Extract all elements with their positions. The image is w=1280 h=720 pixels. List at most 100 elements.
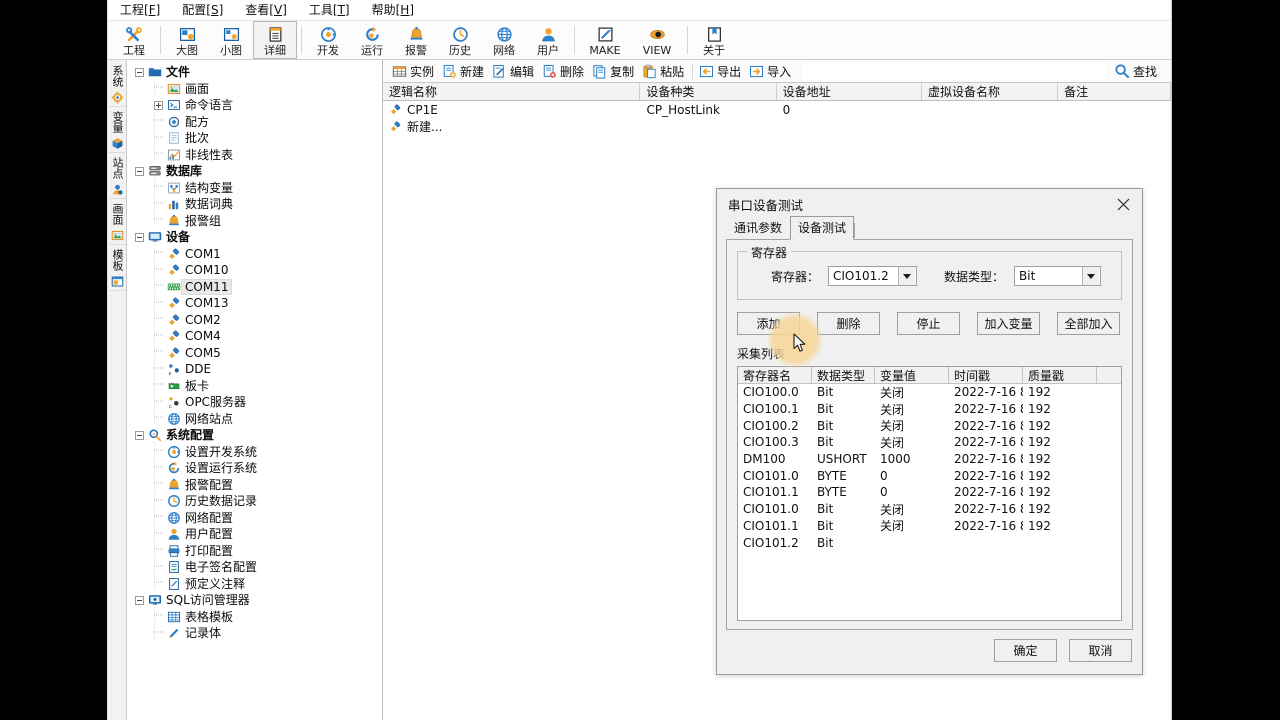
- collapse-icon[interactable]: [135, 67, 144, 77]
- collection-list[interactable]: 寄存器名 数据类型 变量值 时间戳 质量戳 CIO100.0 Bit 关闭 2022-7-16…: [737, 366, 1122, 621]
- collection-list-body[interactable]: CIO100.0 Bit 关闭 2022-7-16 8... 192 CIO100.1 Bi…: [738, 384, 1121, 620]
- close-icon[interactable]: [1106, 191, 1140, 217]
- toolbar-button-历史[interactable]: 历史: [438, 21, 482, 59]
- table-row[interactable]: 新建...: [383, 118, 1171, 135]
- tree-node-33[interactable]: SQL访问管理器: [127, 592, 382, 609]
- content-button-编辑[interactable]: 编辑: [489, 63, 539, 80]
- tree-node-7[interactable]: 数据库: [127, 163, 382, 180]
- search-input[interactable]: [802, 63, 1106, 79]
- grid-column-header[interactable]: 设备地址: [777, 83, 923, 100]
- list-column-header[interactable]: 寄存器名: [738, 367, 812, 383]
- grid-column-header[interactable]: 逻辑名称: [383, 83, 641, 100]
- list-item[interactable]: CIO101.2 Bit: [738, 534, 1121, 551]
- tree-node-16[interactable]: COM2: [127, 310, 382, 329]
- dialog-button-停止[interactable]: 停止: [897, 312, 960, 335]
- collapse-icon[interactable]: [135, 166, 144, 176]
- list-item[interactable]: CIO101.0 BYTE 0 2022-7-16 8... 192: [738, 467, 1121, 484]
- dialog-button-添加[interactable]: 添加: [737, 312, 800, 335]
- vertical-tab-3[interactable]: 站点: [108, 154, 126, 199]
- toolbar-button-开发[interactable]: 开发: [306, 21, 350, 59]
- tree-node-32[interactable]: 预定义注释: [127, 574, 382, 593]
- tree-node-29[interactable]: 用户配置: [127, 524, 382, 543]
- content-button-新建[interactable]: 新建: [439, 63, 489, 80]
- tree-node-11[interactable]: 设备: [127, 229, 382, 246]
- tree-node-24[interactable]: 设置开发系统: [127, 442, 382, 461]
- tree-node-5[interactable]: 批次: [127, 128, 382, 147]
- toolbar-button-用户[interactable]: 用户: [526, 21, 570, 59]
- tree-node-1[interactable]: 文件: [127, 64, 382, 81]
- content-button-粘贴[interactable]: 粘贴: [639, 63, 689, 80]
- list-column-header[interactable]: 质量戳: [1023, 367, 1097, 383]
- dialog-button-删除[interactable]: 删除: [817, 312, 880, 335]
- menu-item-2[interactable]: 配置[S]: [180, 0, 225, 19]
- list-column-header[interactable]: 时间戳: [949, 367, 1023, 383]
- tree-node-10[interactable]: 报警组: [127, 211, 382, 230]
- tree-node-30[interactable]: 打印配置: [127, 541, 382, 560]
- tree-node-15[interactable]: COM13: [127, 293, 382, 312]
- collapse-icon[interactable]: [135, 430, 144, 440]
- tree-node-22[interactable]: 网络站点: [127, 409, 382, 428]
- tree-node-14[interactable]: COM11: [127, 277, 382, 296]
- toolbar-button-大图[interactable]: 大图: [165, 21, 209, 59]
- tree-node-34[interactable]: 表格模板: [127, 607, 382, 626]
- grid-column-header[interactable]: 设备种类: [640, 83, 777, 100]
- vertical-tab-4[interactable]: 画面: [108, 200, 126, 245]
- tree-node-3[interactable]: 命令语言: [127, 97, 382, 114]
- list-column-header[interactable]: 变量值: [875, 367, 949, 383]
- menu-item-3[interactable]: 查看[V]: [243, 0, 289, 19]
- tree-node-20[interactable]: 板卡: [127, 376, 382, 395]
- tree-node-21[interactable]: C OPC服务器: [127, 392, 382, 411]
- list-item[interactable]: CIO101.1 Bit 关闭 2022-7-16 8... 192: [738, 518, 1121, 535]
- tree-node-2[interactable]: 画面: [127, 79, 382, 98]
- dialog-footer-button-取消[interactable]: 取消: [1069, 638, 1132, 662]
- list-column-header[interactable]: 数据类型: [812, 367, 875, 383]
- tree-node-19[interactable]: E DDE: [127, 359, 382, 378]
- chevron-down-icon[interactable]: [1082, 267, 1100, 285]
- dialog-button-加入变量[interactable]: 加入变量: [977, 312, 1040, 335]
- chevron-down-icon[interactable]: [898, 267, 915, 285]
- toolbar-button-运行[interactable]: 运行: [350, 21, 394, 59]
- register-combobox[interactable]: CIO101.2: [828, 266, 917, 286]
- table-row[interactable]: CP1E CP_HostLink 0: [383, 101, 1171, 118]
- list-item[interactable]: DM100 USHORT 1000 2022-7-16 8... 192: [738, 451, 1121, 468]
- datatype-combobox[interactable]: Bit: [1014, 266, 1102, 286]
- tree-node-13[interactable]: COM10: [127, 260, 382, 279]
- list-item[interactable]: CIO100.2 Bit 关闭 2022-7-16 8... 192: [738, 417, 1121, 434]
- content-button-导出[interactable]: 导出: [696, 63, 746, 80]
- toolbar-button-报警[interactable]: 报警: [394, 21, 438, 59]
- toolbar-button-小图[interactable]: 小图: [209, 21, 253, 59]
- dialog-footer-button-确定[interactable]: 确定: [994, 638, 1057, 662]
- tree-node-31[interactable]: 电子签名配置: [127, 557, 382, 576]
- tree-node-8[interactable]: 结构变量: [127, 178, 382, 197]
- tree-node-17[interactable]: COM4: [127, 326, 382, 345]
- menu-item-1[interactable]: 工程[F]: [118, 0, 162, 19]
- expand-icon[interactable]: [154, 100, 163, 110]
- project-tree-panel[interactable]: 文件 画面 命令语言 配方 批次 非线性表 数据库 结构变量 数据词典 报警组 设备 COM1 COM1…: [127, 60, 383, 720]
- grid-column-header[interactable]: 备注: [1058, 83, 1171, 100]
- dialog-tab-2[interactable]: 设备测试: [790, 216, 855, 240]
- menu-item-5[interactable]: 帮助[H]: [370, 0, 416, 19]
- tree-node-9[interactable]: 数据词典: [127, 194, 382, 213]
- list-item[interactable]: CIO100.3 Bit 关闭 2022-7-16 8... 192: [738, 434, 1121, 451]
- tree-node-27[interactable]: 历史数据记录: [127, 491, 382, 510]
- tree-node-25[interactable]: 设置运行系统: [127, 458, 382, 477]
- list-item[interactable]: CIO101.0 Bit 关闭 2022-7-16 8... 192: [738, 501, 1121, 518]
- grid-column-header[interactable]: 虚拟设备名称: [922, 83, 1059, 100]
- dialog-tab-1[interactable]: 通讯参数: [726, 216, 790, 240]
- tree-node-35[interactable]: 记录体: [127, 623, 382, 642]
- tree-node-26[interactable]: 报警配置: [127, 475, 382, 494]
- tree-node-4[interactable]: 配方: [127, 112, 382, 131]
- toolbar-button-详细[interactable]: 详细: [253, 21, 297, 59]
- tree-node-6[interactable]: 非线性表: [127, 145, 382, 164]
- list-item[interactable]: CIO100.0 Bit 关闭 2022-7-16 8... 192: [738, 384, 1121, 401]
- content-button-导入[interactable]: 导入: [746, 63, 796, 80]
- toolbar-button-工程[interactable]: 工程: [112, 21, 156, 59]
- list-item[interactable]: CIO101.1 BYTE 0 2022-7-16 8... 192: [738, 484, 1121, 501]
- content-button-删除[interactable]: 删除: [539, 63, 589, 80]
- toolbar-button-view[interactable]: VIEW: [631, 21, 683, 59]
- dialog-button-全部加入[interactable]: 全部加入: [1057, 312, 1120, 335]
- search-button[interactable]: 查找: [1112, 63, 1171, 80]
- tree-node-18[interactable]: COM5: [127, 343, 382, 362]
- menu-item-4[interactable]: 工具[T]: [307, 0, 352, 19]
- list-item[interactable]: CIO100.1 Bit 关闭 2022-7-16 8... 192: [738, 401, 1121, 418]
